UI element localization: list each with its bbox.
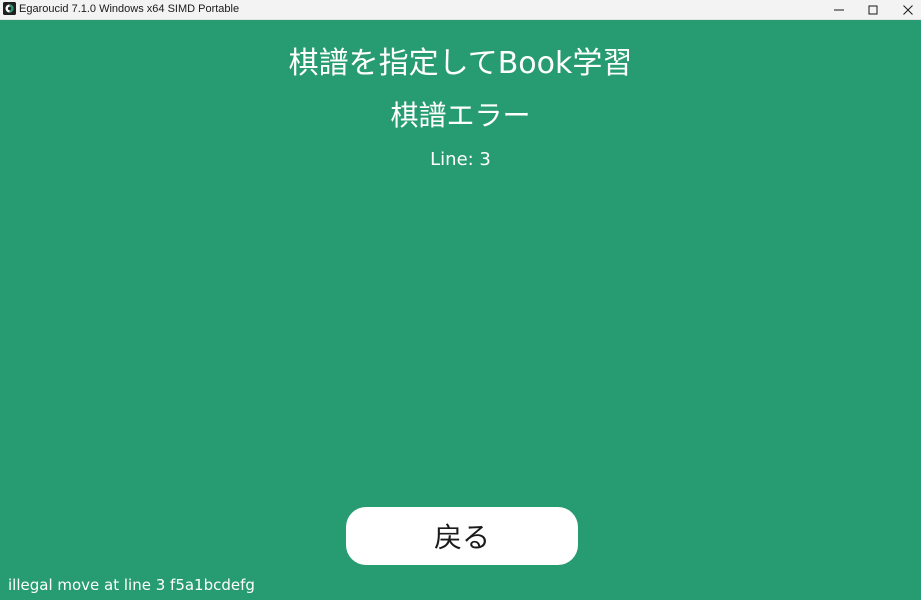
close-button[interactable]: [891, 0, 921, 19]
error-heading: 棋譜エラー: [390, 99, 531, 132]
maximize-button[interactable]: [856, 0, 890, 19]
error-line-info: Line: 3: [430, 149, 491, 170]
title-bar[interactable]: Egaroucid 7.1.0 Windows x64 SIMD Portabl…: [0, 0, 921, 20]
app-window: Egaroucid 7.1.0 Windows x64 SIMD Portabl…: [0, 0, 921, 600]
egaroucid-app-icon: [3, 2, 16, 15]
back-button[interactable]: 戻る: [346, 507, 578, 565]
maximize-icon: [868, 0, 878, 19]
minimize-icon: [834, 0, 844, 19]
minimize-button[interactable]: [822, 0, 856, 19]
window-title: Egaroucid 7.1.0 Windows x64 SIMD Portabl…: [19, 3, 240, 15]
status-message: illegal move at line 3 f5a1bcdefg: [8, 576, 255, 594]
page-title: 棋譜を指定してBook学習: [288, 46, 633, 81]
close-icon: [903, 0, 913, 19]
